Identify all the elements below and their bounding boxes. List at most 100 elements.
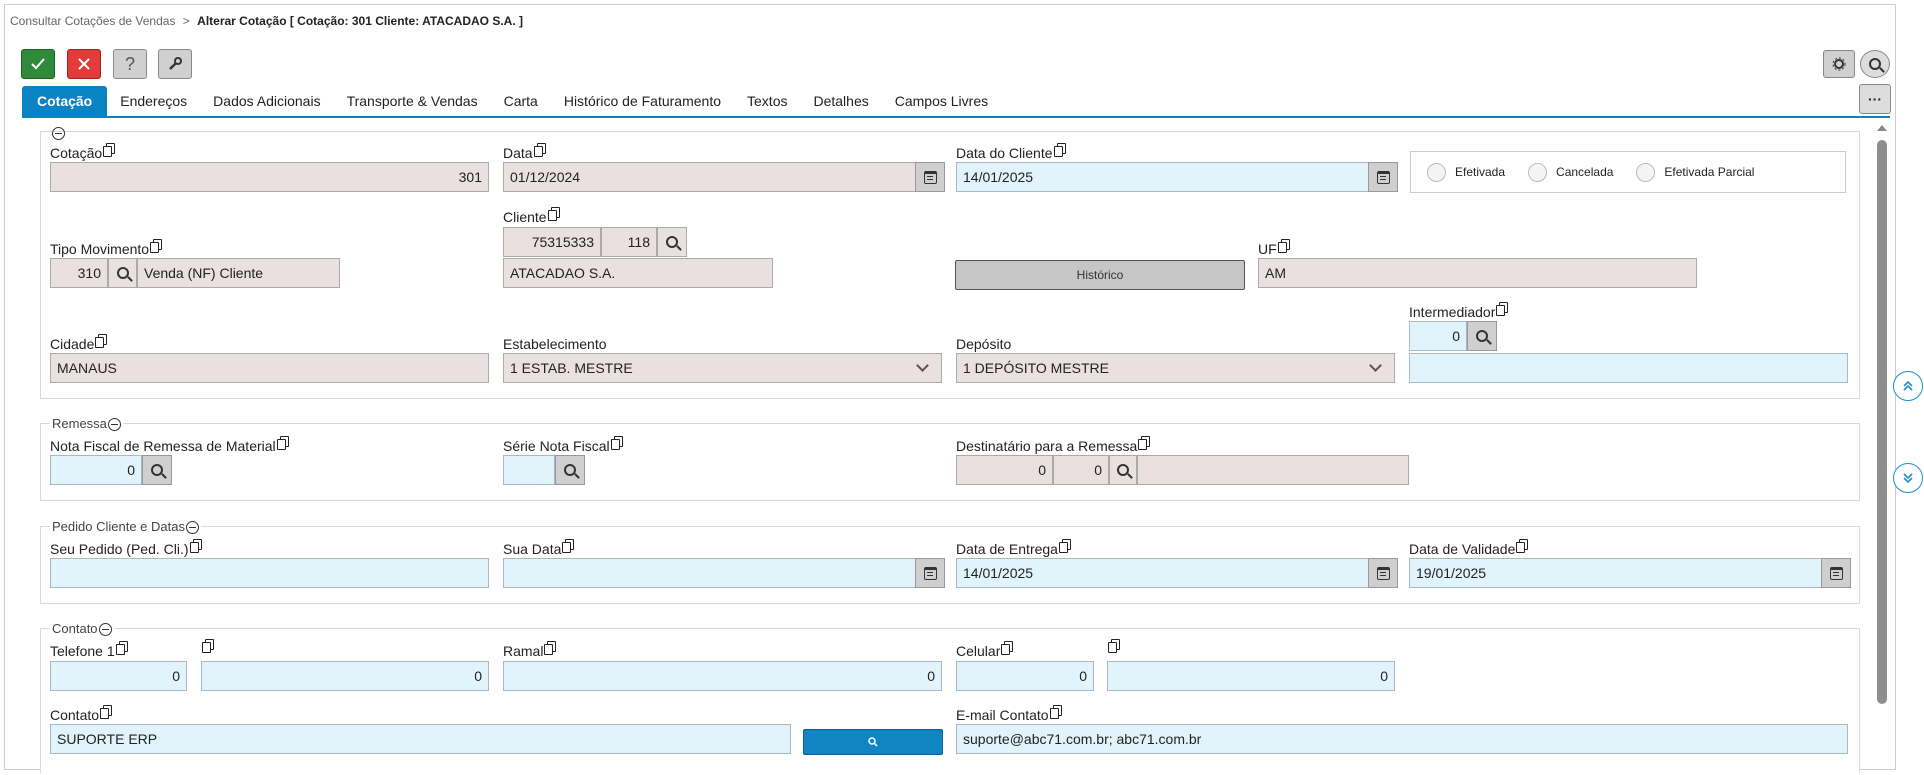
breadcrumb-current: Alterar Cotação [ Cotação: 301 Cliente: … [197, 14, 523, 28]
serie-nf-search-button[interactable] [555, 455, 585, 485]
data-cliente-calendar-button[interactable] [1368, 162, 1398, 192]
tab-enderecos[interactable]: Endereços [107, 86, 200, 116]
cotacao-field[interactable]: 301 [50, 162, 489, 192]
copy-icon[interactable] [1496, 302, 1509, 316]
cidade-field[interactable]: MANAUS [50, 353, 489, 383]
copy-icon[interactable] [276, 436, 289, 450]
copy-icon[interactable] [1277, 239, 1290, 253]
tab-historico-faturamento[interactable]: Histórico de Faturamento [551, 86, 734, 116]
data-validade-label: Data de Validade [1409, 539, 1529, 557]
data-calendar-button[interactable] [915, 162, 945, 192]
radio-efetivada-parcial[interactable] [1636, 162, 1656, 182]
contact-search-icon [868, 737, 878, 747]
confirm-button[interactable] [21, 49, 55, 79]
destinatario-code2[interactable]: 0 [1053, 455, 1109, 485]
data-entrega-calendar-button[interactable] [1368, 558, 1398, 588]
contato-action-button[interactable] [803, 729, 943, 755]
seu-pedido-field[interactable] [50, 558, 489, 588]
celular-ddd-field[interactable]: 0 [956, 661, 1094, 691]
data-validade-calendar-button[interactable] [1821, 558, 1851, 588]
copy-icon[interactable] [562, 539, 575, 553]
celular-label: Celular [956, 641, 1014, 659]
copy-icon[interactable] [1108, 639, 1120, 653]
help-button[interactable]: ? [113, 49, 147, 79]
cliente-label: Cliente [503, 207, 560, 225]
settings-button[interactable] [1823, 50, 1855, 78]
more-options-button[interactable]: ··· [1859, 84, 1891, 114]
copy-icon[interactable] [150, 239, 163, 253]
tab-detalhes[interactable]: Detalhes [800, 86, 881, 116]
intermediador-code[interactable]: 0 [1409, 321, 1467, 351]
historico-button[interactable]: Histórico [955, 260, 1245, 290]
data-validade-field[interactable]: 19/01/2025 [1409, 558, 1822, 588]
tipo-movimento-search-button[interactable] [108, 258, 137, 288]
tab-carta[interactable]: Carta [491, 86, 551, 116]
copy-icon[interactable] [1516, 539, 1529, 553]
collapse-remessa-icon[interactable] [107, 418, 121, 432]
copy-icon[interactable] [1053, 143, 1066, 157]
scroll-up-arrow-icon[interactable] [1874, 122, 1890, 134]
tab-cotacao[interactable]: Cotação [22, 86, 108, 116]
historico-label: Histórico [1076, 268, 1124, 282]
data-cliente-field[interactable]: 14/01/2025 [956, 162, 1369, 192]
cliente-code-field[interactable]: 75315333 [503, 227, 601, 257]
nf-remessa-search-button[interactable] [142, 455, 172, 485]
copy-icon[interactable] [103, 143, 116, 157]
copy-icon[interactable] [189, 539, 202, 553]
copy-icon[interactable] [115, 641, 128, 655]
email-contato-field[interactable]: suporte@abc71.com.br; abc71.com.br [956, 724, 1848, 754]
copy-icon[interactable] [544, 641, 557, 655]
serie-nf-field[interactable] [503, 455, 555, 485]
radio-efetivada[interactable] [1427, 162, 1446, 182]
tab-campos-livres[interactable]: Campos Livres [882, 86, 1001, 116]
destinatario-search-button[interactable] [1109, 455, 1137, 485]
collapse-contato-icon[interactable] [98, 623, 112, 637]
intermediador-search-button[interactable] [1467, 321, 1497, 351]
calendar-icon [1829, 566, 1843, 580]
ramal-field[interactable]: 0 [503, 661, 942, 691]
intermediador-desc-field[interactable] [1409, 353, 1848, 383]
data-entrega-field[interactable]: 14/01/2025 [956, 558, 1369, 588]
nf-remessa-field[interactable]: 0 [50, 455, 142, 485]
cliente-sub-field[interactable]: 118 [601, 227, 657, 257]
copy-icon[interactable] [95, 334, 108, 348]
wrench-icon [169, 57, 182, 70]
collapse-pedido-icon[interactable] [185, 521, 199, 535]
data-field[interactable]: 01/12/2024 [503, 162, 916, 192]
scroll-bottom-button[interactable] [1893, 463, 1923, 493]
calendar-icon [1376, 566, 1390, 580]
vertical-scrollbar[interactable] [1874, 118, 1890, 768]
global-search-button[interactable] [1860, 50, 1890, 78]
scroll-top-button[interactable] [1893, 371, 1923, 401]
copy-icon[interactable] [1058, 539, 1071, 553]
copy-icon[interactable] [533, 143, 546, 157]
breadcrumb-parent[interactable]: Consultar Cotações de Vendas [10, 14, 175, 28]
deposito-select[interactable]: 1 DEPÓSITO MESTRE [956, 353, 1395, 383]
uf-field[interactable]: AM [1258, 258, 1697, 288]
estabelecimento-label: Estabelecimento [503, 336, 607, 352]
copy-icon[interactable] [1049, 705, 1062, 719]
copy-icon[interactable] [547, 207, 560, 221]
celular-number-field[interactable]: 0 [1107, 661, 1395, 691]
sua-data-field[interactable] [503, 558, 916, 588]
destinatario-code1[interactable]: 0 [956, 455, 1053, 485]
estabelecimento-select[interactable]: 1 ESTAB. MESTRE [503, 353, 942, 383]
contato-field[interactable]: SUPORTE ERP [50, 724, 791, 754]
copy-icon[interactable] [202, 639, 214, 653]
tab-transporte-vendas[interactable]: Transporte & Vendas [334, 86, 491, 116]
copy-icon[interactable] [610, 436, 623, 450]
cancel-button[interactable] [67, 49, 101, 79]
tools-button[interactable] [158, 49, 192, 79]
scrollbar-thumb[interactable] [1877, 140, 1887, 704]
sua-data-calendar-button[interactable] [915, 558, 945, 588]
radio-cancelada[interactable] [1528, 162, 1548, 182]
copy-icon[interactable] [100, 705, 113, 719]
copy-icon[interactable] [1138, 436, 1151, 450]
tab-textos[interactable]: Textos [734, 86, 800, 116]
tab-dados-adicionais[interactable]: Dados Adicionais [200, 86, 333, 116]
copy-icon[interactable] [1001, 641, 1014, 655]
telefone1-number-field[interactable]: 0 [201, 661, 489, 691]
cliente-search-button[interactable] [657, 227, 687, 257]
tipo-movimento-code[interactable]: 310 [50, 258, 108, 288]
telefone1-ddd-field[interactable]: 0 [50, 661, 187, 691]
